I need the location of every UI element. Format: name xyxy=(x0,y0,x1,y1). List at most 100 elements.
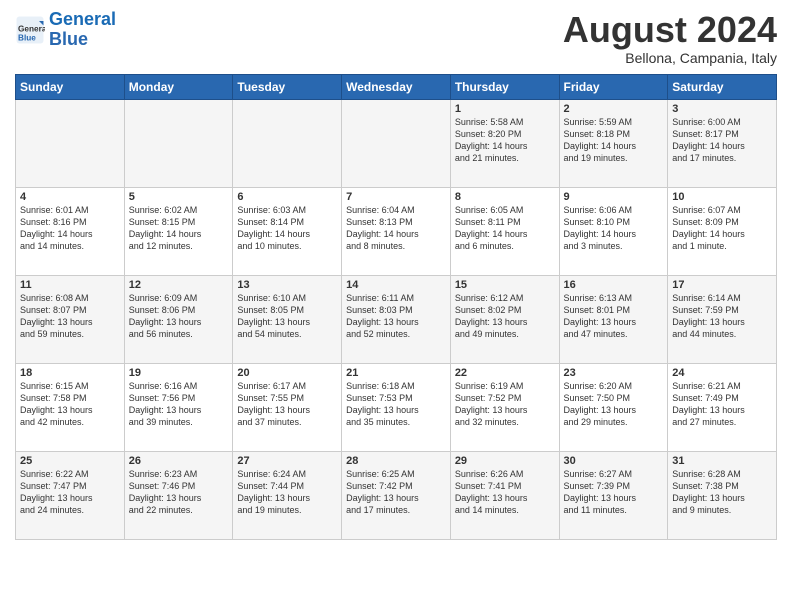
day-number: 17 xyxy=(672,279,772,291)
calendar-cell: 1Sunrise: 5:58 AM Sunset: 8:20 PM Daylig… xyxy=(450,99,559,187)
day-number: 18 xyxy=(20,367,120,379)
day-number: 26 xyxy=(129,455,229,467)
day-info: Sunrise: 6:02 AM Sunset: 8:15 PM Dayligh… xyxy=(129,204,229,253)
day-info: Sunrise: 6:15 AM Sunset: 7:58 PM Dayligh… xyxy=(20,380,120,429)
page: General Blue General Blue August 2024 Be… xyxy=(0,0,792,612)
calendar-week-row: 11Sunrise: 6:08 AM Sunset: 8:07 PM Dayli… xyxy=(16,275,777,363)
calendar-week-row: 25Sunrise: 6:22 AM Sunset: 7:47 PM Dayli… xyxy=(16,451,777,539)
title-area: August 2024 Bellona, Campania, Italy xyxy=(563,10,777,66)
day-number: 30 xyxy=(564,455,664,467)
day-number: 27 xyxy=(237,455,337,467)
calendar-cell: 13Sunrise: 6:10 AM Sunset: 8:05 PM Dayli… xyxy=(233,275,342,363)
day-number: 9 xyxy=(564,191,664,203)
calendar-cell: 4Sunrise: 6:01 AM Sunset: 8:16 PM Daylig… xyxy=(16,187,125,275)
calendar-cell: 27Sunrise: 6:24 AM Sunset: 7:44 PM Dayli… xyxy=(233,451,342,539)
calendar-cell: 24Sunrise: 6:21 AM Sunset: 7:49 PM Dayli… xyxy=(668,363,777,451)
calendar-cell xyxy=(16,99,125,187)
day-number: 11 xyxy=(20,279,120,291)
calendar-cell: 30Sunrise: 6:27 AM Sunset: 7:39 PM Dayli… xyxy=(559,451,668,539)
day-number: 21 xyxy=(346,367,446,379)
calendar-cell: 15Sunrise: 6:12 AM Sunset: 8:02 PM Dayli… xyxy=(450,275,559,363)
calendar-week-row: 4Sunrise: 6:01 AM Sunset: 8:16 PM Daylig… xyxy=(16,187,777,275)
calendar-cell: 16Sunrise: 6:13 AM Sunset: 8:01 PM Dayli… xyxy=(559,275,668,363)
day-info: Sunrise: 6:21 AM Sunset: 7:49 PM Dayligh… xyxy=(672,380,772,429)
day-info: Sunrise: 6:26 AM Sunset: 7:41 PM Dayligh… xyxy=(455,468,555,517)
calendar-cell: 17Sunrise: 6:14 AM Sunset: 7:59 PM Dayli… xyxy=(668,275,777,363)
day-info: Sunrise: 6:24 AM Sunset: 7:44 PM Dayligh… xyxy=(237,468,337,517)
day-number: 20 xyxy=(237,367,337,379)
calendar-cell: 19Sunrise: 6:16 AM Sunset: 7:56 PM Dayli… xyxy=(124,363,233,451)
logo-text-blue: Blue xyxy=(49,30,116,50)
day-info: Sunrise: 6:14 AM Sunset: 7:59 PM Dayligh… xyxy=(672,292,772,341)
svg-text:Blue: Blue xyxy=(18,33,36,42)
logo-icon: General Blue xyxy=(15,15,45,45)
calendar-cell xyxy=(233,99,342,187)
day-info: Sunrise: 6:04 AM Sunset: 8:13 PM Dayligh… xyxy=(346,204,446,253)
day-number: 12 xyxy=(129,279,229,291)
calendar-cell: 2Sunrise: 5:59 AM Sunset: 8:18 PM Daylig… xyxy=(559,99,668,187)
header-wednesday: Wednesday xyxy=(342,74,451,99)
day-number: 19 xyxy=(129,367,229,379)
day-number: 4 xyxy=(20,191,120,203)
calendar-cell: 10Sunrise: 6:07 AM Sunset: 8:09 PM Dayli… xyxy=(668,187,777,275)
logo: General Blue General Blue xyxy=(15,10,116,50)
calendar-table: Sunday Monday Tuesday Wednesday Thursday… xyxy=(15,74,777,540)
month-title: August 2024 xyxy=(563,10,777,50)
day-info: Sunrise: 6:22 AM Sunset: 7:47 PM Dayligh… xyxy=(20,468,120,517)
day-info: Sunrise: 6:12 AM Sunset: 8:02 PM Dayligh… xyxy=(455,292,555,341)
calendar-cell: 9Sunrise: 6:06 AM Sunset: 8:10 PM Daylig… xyxy=(559,187,668,275)
day-number: 25 xyxy=(20,455,120,467)
day-info: Sunrise: 6:19 AM Sunset: 7:52 PM Dayligh… xyxy=(455,380,555,429)
day-info: Sunrise: 6:17 AM Sunset: 7:55 PM Dayligh… xyxy=(237,380,337,429)
calendar-cell: 12Sunrise: 6:09 AM Sunset: 8:06 PM Dayli… xyxy=(124,275,233,363)
weekday-header-row: Sunday Monday Tuesday Wednesday Thursday… xyxy=(16,74,777,99)
calendar-cell: 6Sunrise: 6:03 AM Sunset: 8:14 PM Daylig… xyxy=(233,187,342,275)
calendar-cell: 8Sunrise: 6:05 AM Sunset: 8:11 PM Daylig… xyxy=(450,187,559,275)
day-number: 23 xyxy=(564,367,664,379)
header: General Blue General Blue August 2024 Be… xyxy=(15,10,777,66)
day-number: 10 xyxy=(672,191,772,203)
day-number: 7 xyxy=(346,191,446,203)
day-number: 6 xyxy=(237,191,337,203)
day-number: 29 xyxy=(455,455,555,467)
day-number: 3 xyxy=(672,103,772,115)
calendar-cell: 23Sunrise: 6:20 AM Sunset: 7:50 PM Dayli… xyxy=(559,363,668,451)
day-number: 22 xyxy=(455,367,555,379)
calendar-cell: 21Sunrise: 6:18 AM Sunset: 7:53 PM Dayli… xyxy=(342,363,451,451)
header-saturday: Saturday xyxy=(668,74,777,99)
logo-text: General xyxy=(49,10,116,30)
day-info: Sunrise: 6:20 AM Sunset: 7:50 PM Dayligh… xyxy=(564,380,664,429)
calendar-cell xyxy=(342,99,451,187)
calendar-cell: 14Sunrise: 6:11 AM Sunset: 8:03 PM Dayli… xyxy=(342,275,451,363)
day-info: Sunrise: 6:09 AM Sunset: 8:06 PM Dayligh… xyxy=(129,292,229,341)
day-info: Sunrise: 6:13 AM Sunset: 8:01 PM Dayligh… xyxy=(564,292,664,341)
day-info: Sunrise: 6:06 AM Sunset: 8:10 PM Dayligh… xyxy=(564,204,664,253)
day-info: Sunrise: 6:00 AM Sunset: 8:17 PM Dayligh… xyxy=(672,116,772,165)
location-subtitle: Bellona, Campania, Italy xyxy=(563,50,777,66)
calendar-cell xyxy=(124,99,233,187)
calendar-week-row: 1Sunrise: 5:58 AM Sunset: 8:20 PM Daylig… xyxy=(16,99,777,187)
calendar-cell: 11Sunrise: 6:08 AM Sunset: 8:07 PM Dayli… xyxy=(16,275,125,363)
day-number: 16 xyxy=(564,279,664,291)
header-thursday: Thursday xyxy=(450,74,559,99)
day-number: 24 xyxy=(672,367,772,379)
day-info: Sunrise: 6:16 AM Sunset: 7:56 PM Dayligh… xyxy=(129,380,229,429)
day-info: Sunrise: 6:07 AM Sunset: 8:09 PM Dayligh… xyxy=(672,204,772,253)
header-tuesday: Tuesday xyxy=(233,74,342,99)
calendar-cell: 3Sunrise: 6:00 AM Sunset: 8:17 PM Daylig… xyxy=(668,99,777,187)
calendar-cell: 20Sunrise: 6:17 AM Sunset: 7:55 PM Dayli… xyxy=(233,363,342,451)
calendar-cell: 18Sunrise: 6:15 AM Sunset: 7:58 PM Dayli… xyxy=(16,363,125,451)
day-number: 13 xyxy=(237,279,337,291)
day-number: 14 xyxy=(346,279,446,291)
day-number: 1 xyxy=(455,103,555,115)
calendar-cell: 5Sunrise: 6:02 AM Sunset: 8:15 PM Daylig… xyxy=(124,187,233,275)
day-number: 28 xyxy=(346,455,446,467)
day-info: Sunrise: 6:18 AM Sunset: 7:53 PM Dayligh… xyxy=(346,380,446,429)
calendar-cell: 7Sunrise: 6:04 AM Sunset: 8:13 PM Daylig… xyxy=(342,187,451,275)
day-number: 8 xyxy=(455,191,555,203)
day-info: Sunrise: 5:59 AM Sunset: 8:18 PM Dayligh… xyxy=(564,116,664,165)
day-number: 15 xyxy=(455,279,555,291)
calendar-cell: 26Sunrise: 6:23 AM Sunset: 7:46 PM Dayli… xyxy=(124,451,233,539)
day-info: Sunrise: 6:08 AM Sunset: 8:07 PM Dayligh… xyxy=(20,292,120,341)
day-info: Sunrise: 6:01 AM Sunset: 8:16 PM Dayligh… xyxy=(20,204,120,253)
